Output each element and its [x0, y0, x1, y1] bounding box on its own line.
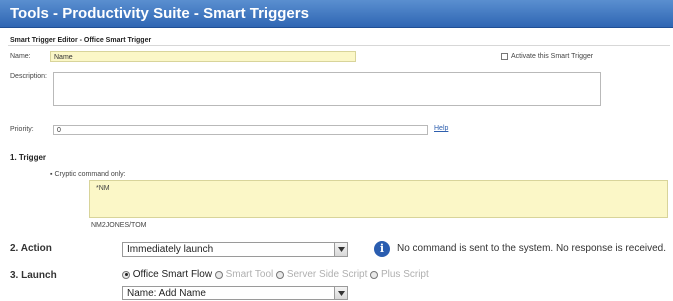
radio-server-side-script[interactable]: [276, 270, 285, 279]
radio-smart-tool[interactable]: [214, 270, 223, 279]
cryptic-command-sub-value: NM2JONES/TOM: [91, 222, 147, 229]
action-select-value: Immediately launch: [127, 244, 214, 255]
activate-label: Activate this Smart Trigger: [511, 53, 594, 60]
description-textarea[interactable]: [53, 72, 601, 106]
cryptic-command-option[interactable]: ▪ Cryptic command only:: [50, 171, 126, 178]
radio-label-office-smart-flow: Office Smart Flow: [132, 269, 213, 280]
radio-label-smart-tool: Smart Tool: [225, 269, 274, 280]
window-title-bar: Tools - Productivity Suite - Smart Trigg…: [0, 0, 673, 28]
launch-heading: 3. Launch: [10, 270, 57, 281]
name-input[interactable]: Name: [50, 51, 356, 62]
info-icon: i: [374, 241, 390, 257]
action-info-text: No command is sent to the system. No res…: [397, 243, 667, 254]
launch-radio-group: Office Smart Flow Smart Tool Server Side…: [122, 269, 429, 280]
priority-input[interactable]: 0: [53, 125, 428, 135]
chevron-down-icon[interactable]: [334, 287, 347, 299]
name-label: Name:: [10, 53, 31, 60]
priority-label: Priority:: [10, 126, 34, 133]
action-heading: 2. Action: [10, 243, 52, 254]
launch-name-select-value: Name: Add Name: [127, 288, 206, 299]
cryptic-command-textarea[interactable]: *NM: [89, 180, 668, 218]
launch-name-select[interactable]: Name: Add Name: [122, 286, 348, 300]
header-divider: [8, 45, 670, 46]
radio-label-server-side-script: Server Side Script: [286, 269, 368, 280]
radio-plus-script[interactable]: [370, 270, 379, 279]
bullet-icon: ▪: [50, 171, 53, 178]
description-label: Description:: [10, 73, 47, 80]
action-select[interactable]: Immediately launch: [122, 242, 348, 257]
activate-checkbox[interactable]: [501, 53, 508, 60]
editor-heading: Smart Trigger Editor - Office Smart Trig…: [10, 37, 152, 44]
trigger-heading: 1. Trigger: [10, 153, 47, 162]
radio-label-plus-script: Plus Script: [380, 269, 429, 280]
cryptic-command-label: Cryptic command only:: [54, 171, 126, 178]
radio-office-smart-flow[interactable]: [122, 270, 130, 279]
help-link[interactable]: Help: [434, 125, 448, 132]
chevron-down-icon[interactable]: [334, 243, 347, 256]
